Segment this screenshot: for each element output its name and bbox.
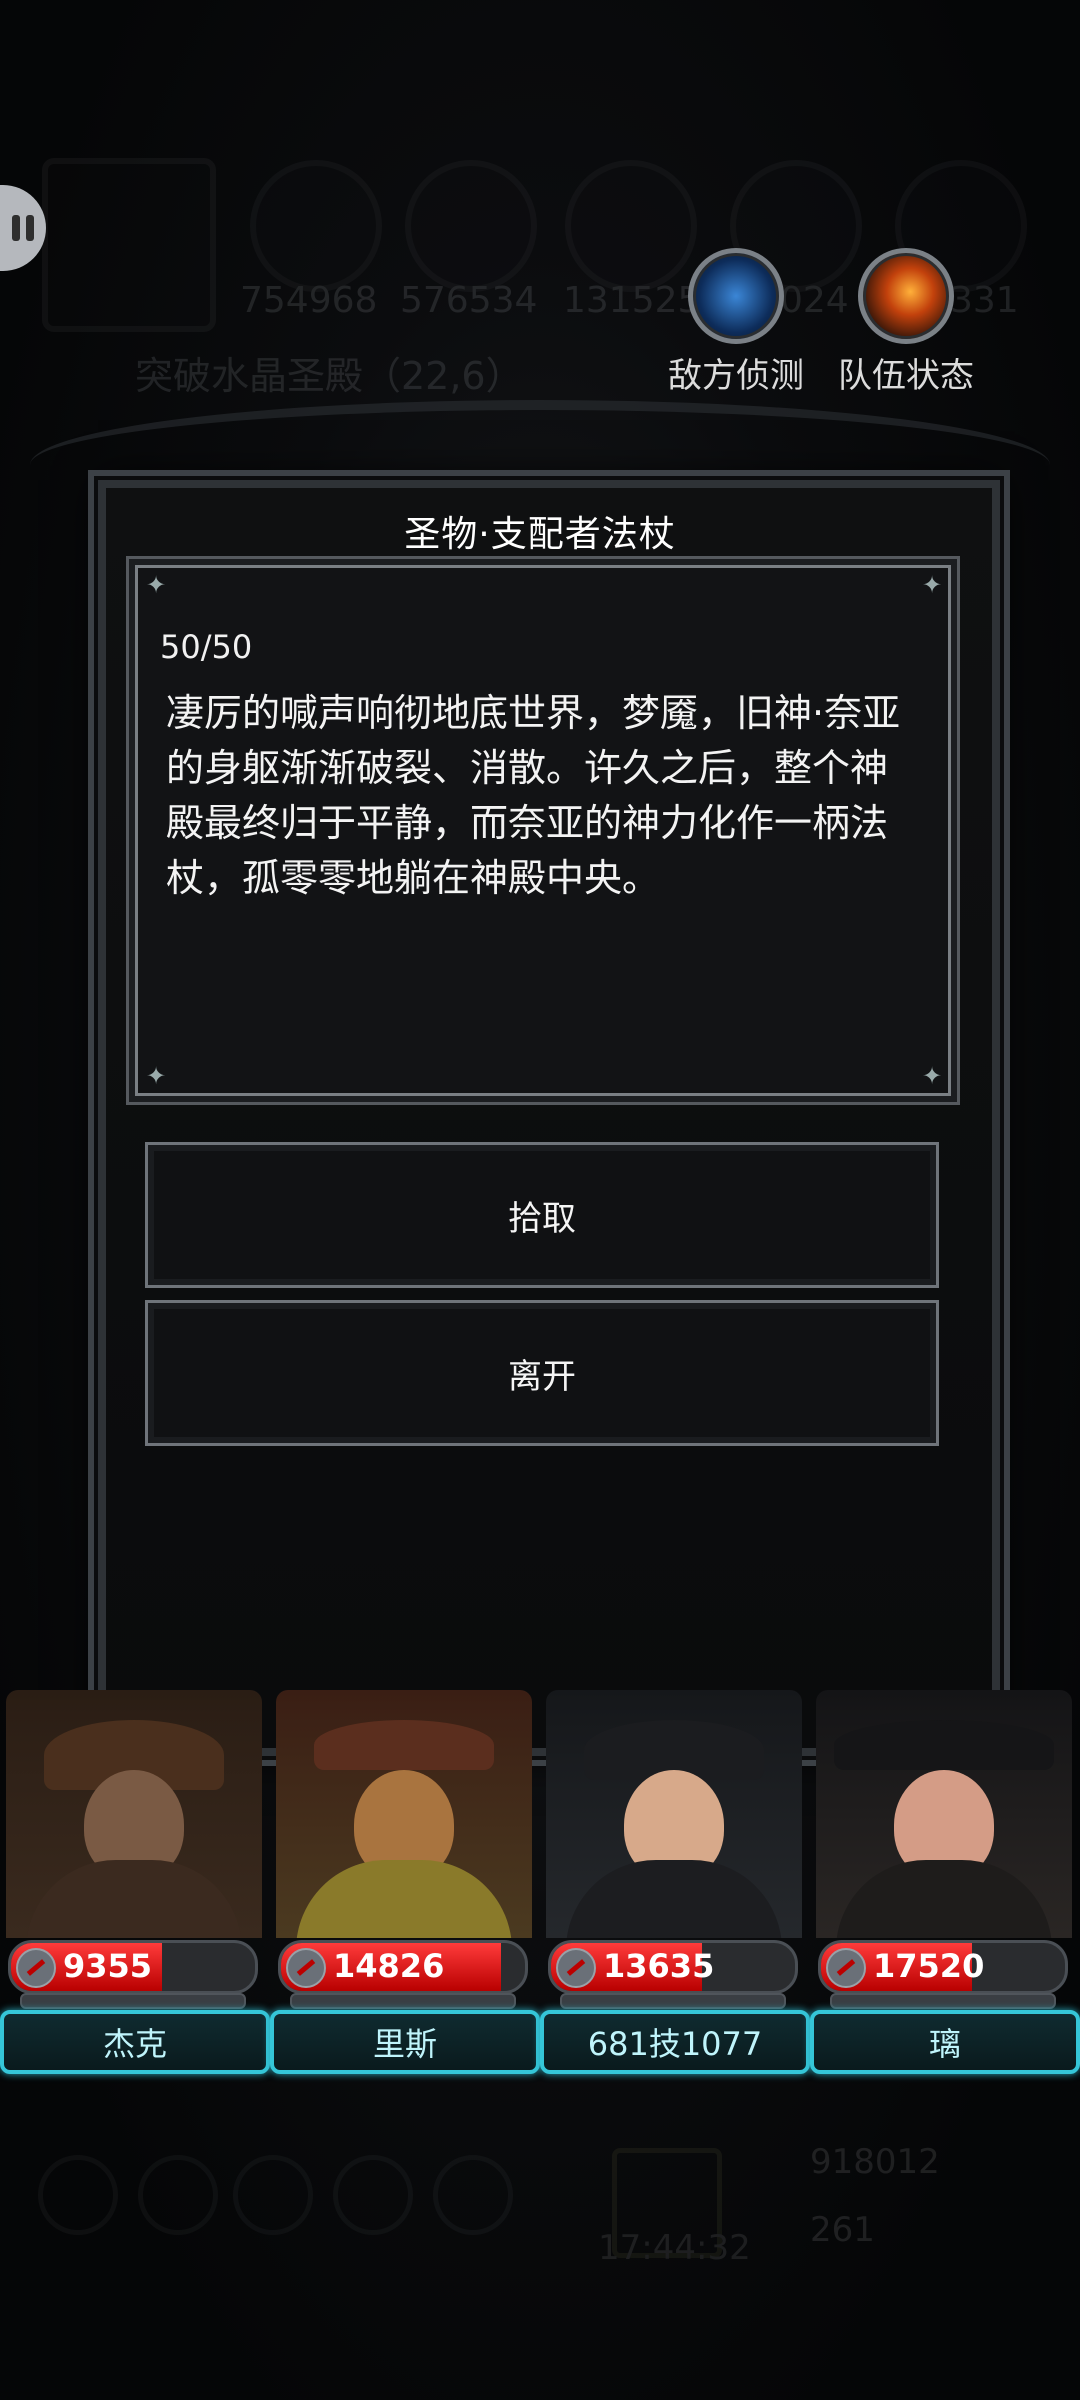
- resource-icon: [250, 160, 382, 292]
- resource-value: 576534: [400, 280, 538, 321]
- hp-value: 13635: [603, 1947, 715, 1985]
- enemy-scout-label: 敌方侦测: [668, 356, 804, 396]
- hero-name-plate[interactable]: 杰克: [0, 2010, 270, 2074]
- hp-bar: 14826: [278, 1940, 528, 1994]
- menu-icon: [233, 2155, 313, 2235]
- hp-bar: 17520: [818, 1940, 1068, 1994]
- hero-name: 杰克: [102, 2025, 167, 2063]
- menu-icon: [333, 2155, 413, 2235]
- enemy-scout-button[interactable]: 敌方侦测: [668, 248, 804, 397]
- leave-label: 离开: [508, 1356, 576, 1397]
- menu-icon: [38, 2155, 118, 2235]
- hero-name: 里斯: [372, 2025, 437, 2063]
- dialog-title: 圣物·支配者法杖: [404, 514, 676, 555]
- energy-bar: [560, 1993, 786, 2009]
- eye-icon: [688, 248, 784, 344]
- hero-name: 681技1077: [587, 2025, 763, 2063]
- energy-bar: [290, 1993, 516, 2009]
- location-label: 突破水晶圣殿（22,6）: [135, 354, 524, 398]
- flame-icon: [858, 248, 954, 344]
- menu-icon: [138, 2155, 218, 2235]
- sword-icon: [286, 1948, 326, 1988]
- team-status-label: 队伍状态: [838, 356, 974, 396]
- hp-value: 14826: [333, 1947, 445, 1985]
- sword-icon: [826, 1948, 866, 1988]
- gold-count: 918012: [810, 2142, 940, 2182]
- progress-counter: 50/50: [160, 628, 253, 666]
- story-panel: ✦ ✦ ✦ ✦ 50/50 凄厉的喊声响彻地底世界，梦魇，旧神·奈亚的身躯渐渐破…: [135, 565, 951, 1096]
- hero-card[interactable]: 9355 杰克: [0, 1690, 270, 2075]
- hero-name-plate[interactable]: 里斯: [270, 2010, 540, 2074]
- hero-name: 璃: [928, 2025, 961, 2063]
- energy-bar: [20, 1993, 246, 2009]
- sword-icon: [16, 1948, 56, 1988]
- hero-name-plate[interactable]: 璃: [810, 2010, 1080, 2074]
- star-ornament-icon: ✦: [146, 1062, 167, 1090]
- hp-bar: 13635: [548, 1940, 798, 1994]
- resource-icon: [405, 160, 537, 292]
- hero-portrait: [6, 1690, 262, 1938]
- menu-icon: [433, 2155, 513, 2235]
- energy-bar: [830, 1993, 1056, 2009]
- team-status-button[interactable]: 队伍状态: [838, 248, 974, 397]
- star-ornament-icon: ✦: [922, 571, 943, 599]
- hp-value: 9355: [63, 1947, 153, 1985]
- hero-card[interactable]: 17520 璃: [810, 1690, 1080, 2075]
- hero-portrait: [276, 1690, 532, 1938]
- sword-icon: [556, 1948, 596, 1988]
- star-ornament-icon: ✦: [146, 571, 167, 599]
- pickup-button[interactable]: 拾取: [145, 1142, 939, 1288]
- hp-bar: 9355: [8, 1940, 258, 1994]
- hero-portrait: [816, 1690, 1072, 1938]
- star-ornament-icon: ✦: [922, 1062, 943, 1090]
- hero-card[interactable]: 14826 里斯: [270, 1690, 540, 2075]
- hero-card[interactable]: 13635 681技1077: [540, 1690, 810, 2075]
- resource-value: 754968: [240, 280, 378, 321]
- pickup-label: 拾取: [508, 1198, 576, 1239]
- story-text: 凄厉的喊声响彻地底世界，梦魇，旧神·奈亚的身躯渐渐破裂、消散。许久之后，整个神殿…: [166, 691, 901, 900]
- clock-time: 17:44:32: [598, 2228, 751, 2268]
- item-slot-tile: [42, 158, 216, 332]
- leave-button[interactable]: 离开: [145, 1300, 939, 1446]
- gem-count: 261: [810, 2210, 875, 2250]
- hero-name-plate[interactable]: 681技1077: [540, 2010, 810, 2074]
- hero-portrait: [546, 1690, 802, 1938]
- hp-value: 17520: [873, 1947, 985, 1985]
